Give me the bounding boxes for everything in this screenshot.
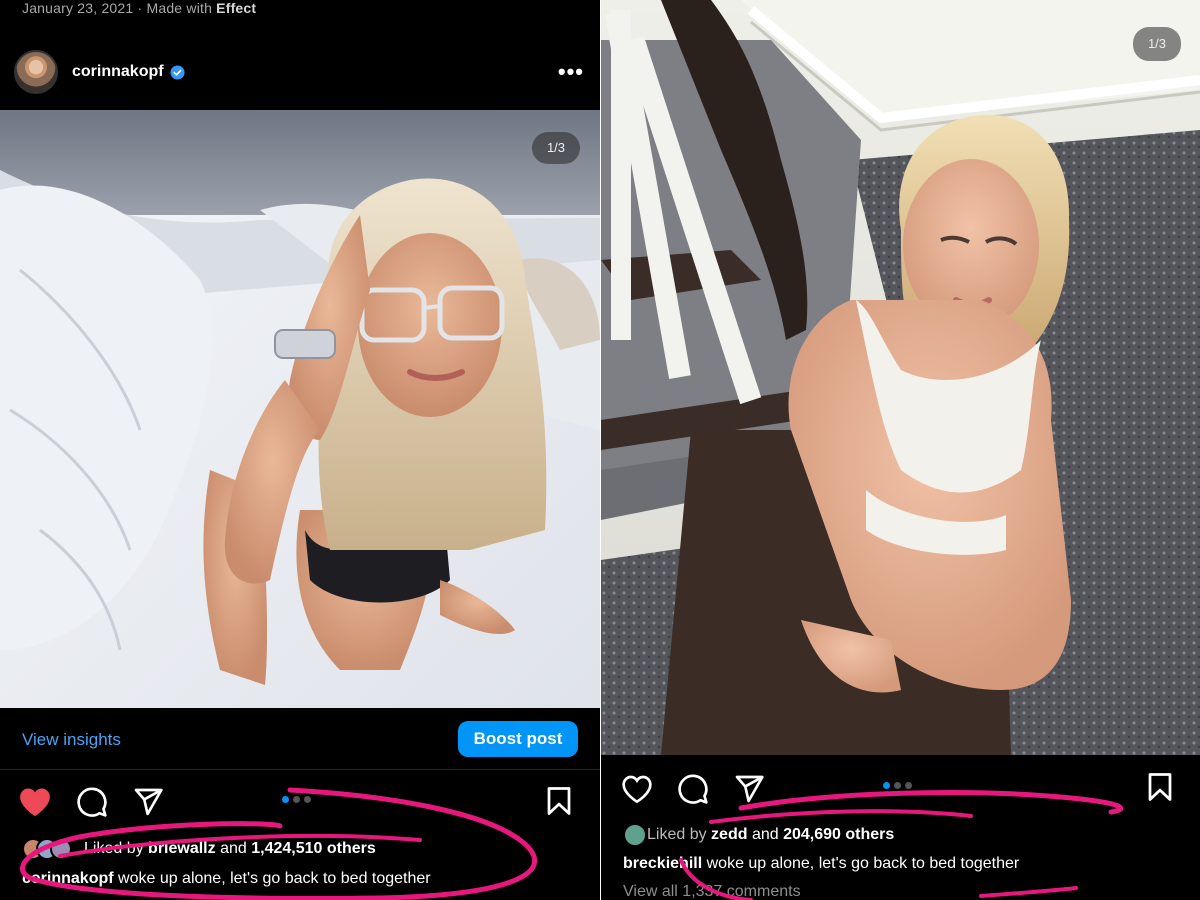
- view-insights-link[interactable]: View insights: [22, 730, 121, 750]
- carousel-dot-active: [282, 796, 289, 803]
- liked-by-user[interactable]: zedd: [711, 826, 747, 844]
- caption-username[interactable]: corinnakopf: [22, 870, 114, 887]
- heart-outline-icon[interactable]: [621, 774, 653, 804]
- likes-line[interactable]: Liked by briewallz and 1,424,510 others: [22, 838, 376, 860]
- carousel-dot: [304, 796, 311, 803]
- boost-post-button[interactable]: Boost post: [458, 721, 578, 757]
- send-icon[interactable]: [132, 786, 164, 818]
- verified-badge-icon: [170, 64, 185, 80]
- made-with-app[interactable]: Effect: [216, 0, 256, 16]
- avatar[interactable]: [14, 50, 58, 94]
- post-photo[interactable]: 1/3: [601, 0, 1200, 755]
- liker-avatars: [623, 823, 647, 847]
- carousel-dots: [282, 796, 311, 803]
- action-bar: [18, 782, 164, 822]
- and-label: and: [751, 826, 779, 843]
- and-label: and: [220, 840, 247, 857]
- likes-line[interactable]: Liked by zedd and 204,690 others: [623, 823, 894, 847]
- meta-separator: ·: [137, 0, 143, 16]
- caption-username[interactable]: breckiehill: [623, 855, 702, 872]
- post-photo[interactable]: 1/3: [0, 110, 600, 708]
- post-date: January 23, 2021: [22, 0, 134, 16]
- username[interactable]: corinnakopf: [72, 63, 164, 81]
- like-count[interactable]: 1,424,510 others: [251, 840, 376, 858]
- left-post-panel: January 23, 2021 · Made with Effect cori…: [0, 0, 600, 900]
- liker-avatar: [50, 838, 72, 860]
- comment-icon[interactable]: [76, 786, 108, 818]
- carousel-dot: [293, 796, 300, 803]
- send-icon[interactable]: [733, 773, 765, 805]
- caption: breckiehill woke up alone, let's go back…: [623, 855, 1019, 873]
- liker-avatars: [22, 838, 72, 860]
- more-options-icon[interactable]: •••: [558, 61, 584, 83]
- carousel-dot: [905, 782, 912, 789]
- liked-by-user[interactable]: briewallz: [148, 840, 216, 858]
- action-bar: [621, 769, 765, 809]
- caption-text: woke up alone, let's go back to bed toge…: [118, 870, 431, 887]
- heart-filled-icon[interactable]: [18, 786, 52, 818]
- post-meta: January 23, 2021 · Made with Effect: [22, 0, 256, 16]
- liked-by-label: Liked by: [647, 826, 707, 843]
- view-comments-link[interactable]: View all 1,337 comments: [623, 883, 801, 900]
- carousel-dots: [883, 782, 912, 789]
- bookmark-icon[interactable]: [1147, 772, 1173, 802]
- staircase-photo-image: [601, 0, 1200, 755]
- made-with-label: Made with: [146, 0, 213, 16]
- slide-counter: 1/3: [532, 132, 580, 164]
- caption: corinnakopf woke up alone, let's go back…: [22, 870, 431, 888]
- slide-counter: 1/3: [1133, 27, 1181, 61]
- insights-row: View insights Boost post: [0, 708, 600, 770]
- comment-icon[interactable]: [677, 773, 709, 805]
- right-post-panel: 1/3 Liked by zedd and 204,690 others bre…: [601, 0, 1200, 900]
- liker-avatar: [623, 823, 647, 847]
- carousel-dot-active: [883, 782, 890, 789]
- caption-text: woke up alone, let's go back to bed toge…: [706, 855, 1020, 872]
- carousel-dot: [894, 782, 901, 789]
- bookmark-icon[interactable]: [546, 786, 572, 816]
- post-header: corinnakopf •••: [14, 48, 584, 96]
- like-count[interactable]: 204,690 others: [783, 826, 894, 844]
- liked-by-label: Liked by: [84, 840, 144, 857]
- bedroom-photo-image: [0, 110, 600, 708]
